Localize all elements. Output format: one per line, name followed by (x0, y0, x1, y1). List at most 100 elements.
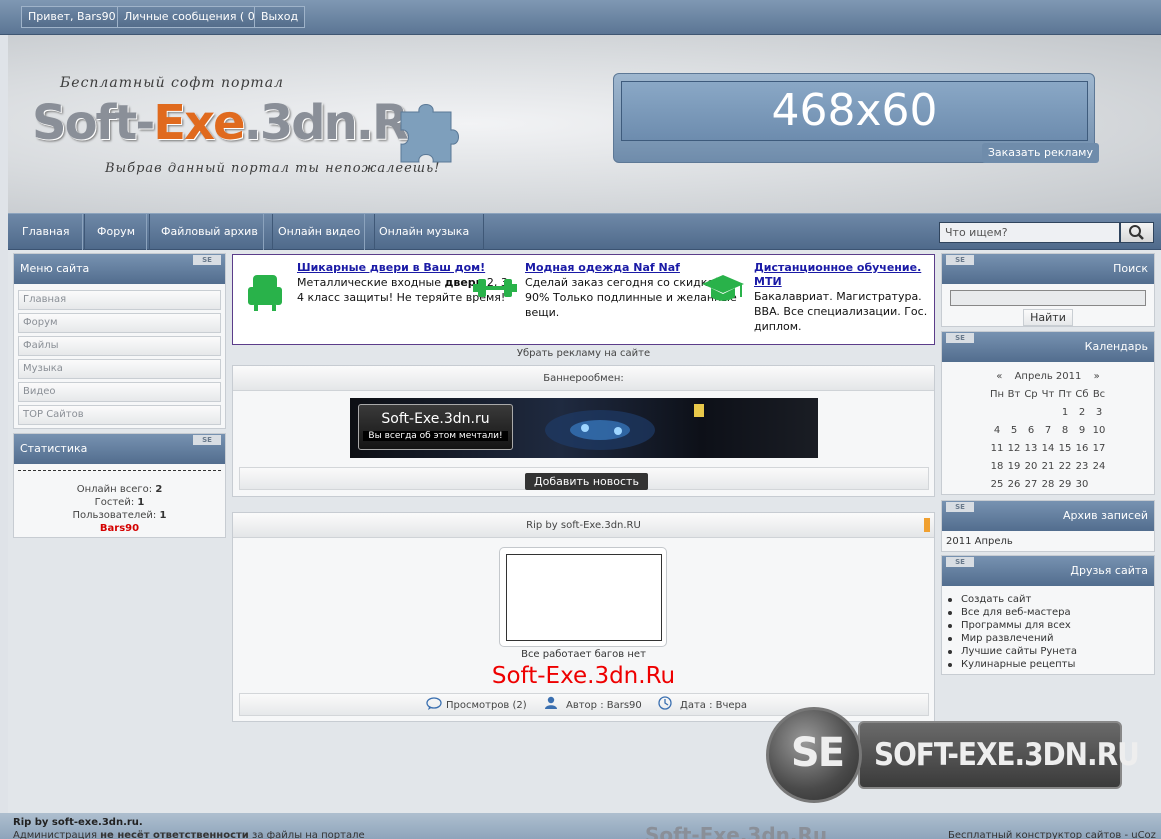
calendar-day[interactable]: 22 (1057, 458, 1074, 476)
expand-icon[interactable] (924, 518, 930, 532)
calendar-day[interactable]: 2 (1074, 404, 1091, 422)
messages-button[interactable]: Личные сообщения ( 0 ) (117, 6, 270, 28)
post-thumbnail[interactable] (499, 547, 667, 647)
nav-files[interactable]: Файловый архив (146, 214, 273, 250)
calendar-day[interactable]: 24 (1091, 458, 1108, 476)
remove-ads-link[interactable]: Убрать рекламу на сайте (232, 348, 935, 359)
banner-art (545, 410, 655, 450)
dumbbell-icon (473, 279, 517, 297)
calendar-day[interactable]: 23 (1074, 458, 1091, 476)
calendar-weekday: Вт (1007, 389, 1021, 400)
watermark-text: SOFT-EXE.3DN.RU (874, 737, 1140, 773)
calendar-day[interactable]: 12 (1006, 440, 1023, 458)
calendar-day[interactable]: 9 (1074, 422, 1091, 440)
nav-music[interactable]: Онлайн музыка (364, 214, 485, 250)
calendar-day[interactable]: 19 (1006, 458, 1023, 476)
puzzle-icon (400, 104, 459, 163)
site-header: Бесплатный софт портал Soft-Exe.3dn.Ru В… (8, 35, 1161, 213)
friend-link[interactable]: Лучшие сайты Рунета (942, 645, 1154, 658)
footer-logo: Soft-Exe.3dn.Ru (645, 823, 828, 839)
calendar-day[interactable]: 13 (1023, 440, 1040, 458)
calendar-day[interactable]: 25 (989, 476, 1006, 494)
add-news-button[interactable]: Добавить новость (525, 473, 648, 490)
archive-item[interactable]: 2011 Апрель (942, 531, 1154, 552)
calendar-day[interactable]: 5 (1006, 422, 1023, 440)
calendar-prev[interactable]: « (991, 368, 1008, 386)
calendar-day[interactable]: 10 (1091, 422, 1108, 440)
se-badge: SE (946, 333, 974, 343)
nav-search-button[interactable] (1120, 222, 1154, 243)
friend-link[interactable]: Создать сайт (942, 593, 1154, 606)
calendar-day[interactable]: 20 (1023, 458, 1040, 476)
calendar-day[interactable]: 15 (1057, 440, 1074, 458)
ad-title[interactable]: Дистанционное обучение. МТИ (754, 261, 930, 289)
calendar-day[interactable]: 30 (1074, 476, 1091, 494)
menu-item-video[interactable]: Видео (18, 382, 221, 402)
header-ad-banner[interactable]: 468x60 Заказать рекламу (613, 73, 1099, 163)
friend-link[interactable]: Все для веб-мастера (942, 606, 1154, 619)
site-footer: Rip by soft-exe.3dn.ru. Администрация не… (0, 813, 1161, 839)
calendar-day[interactable]: 21 (1040, 458, 1057, 476)
sidebar-search-input[interactable] (950, 290, 1146, 306)
calendar-day[interactable]: 17 (1091, 440, 1108, 458)
menu-item-files[interactable]: Файлы (18, 336, 221, 356)
watermark-logo: SOFT-EXE.3DN.RU SE (766, 707, 1140, 803)
se-badge: SE (193, 255, 221, 265)
se-badge: SE (946, 255, 974, 265)
nav-video[interactable]: Онлайн видео (263, 214, 376, 250)
calendar-day[interactable]: 16 (1074, 440, 1091, 458)
calendar-day[interactable]: 14 (1040, 440, 1057, 458)
calendar-day[interactable]: 28 (1040, 476, 1057, 494)
online-user[interactable]: Bars90 (14, 522, 225, 535)
calendar-day[interactable]: 8 (1057, 422, 1074, 440)
calendar-day[interactable]: 29 (1057, 476, 1074, 494)
footer-line1: Rip by soft-exe.3dn.ru. (13, 817, 143, 828)
footer-ucoz-link[interactable]: Бесплатный конструктор сайтов - uCoz (948, 830, 1156, 839)
find-button[interactable]: Найти (1023, 309, 1073, 326)
nav-forum[interactable]: Форум (82, 214, 150, 250)
calendar-day[interactable]: 6 (1023, 422, 1040, 440)
nav-search-input[interactable]: Что ищем? (939, 222, 1120, 243)
calendar-month: Апрель 2011 (1014, 371, 1082, 382)
friend-link[interactable]: Программы для всех (942, 619, 1154, 632)
friends-block: SE Друзья сайта Создать сайт Все для веб… (941, 555, 1155, 675)
calendar-day[interactable]: 1 (1057, 404, 1074, 422)
stats-title: Статистика SE (14, 434, 225, 464)
menu-item-forum[interactable]: Форум (18, 313, 221, 333)
post-title[interactable]: Rip by soft-Exe.3dn.RU (233, 513, 934, 538)
post-author: Автор : Bars90 (566, 700, 642, 711)
nav-home[interactable]: Главная (8, 214, 85, 250)
ad-education[interactable]: Дистанционное обучение. МТИ Бакалавриат.… (754, 261, 930, 334)
search-block: SE Поиск Найти (941, 253, 1155, 327)
calendar-day[interactable]: 18 (989, 458, 1006, 476)
guests-count: Гостей: 1 (94, 497, 145, 508)
calendar-weekday: Вс (1092, 389, 1106, 400)
calendar-day[interactable]: 7 (1040, 422, 1057, 440)
calendar-header: « Апрель 2011 » (942, 368, 1154, 386)
friend-link[interactable]: Кулинарные рецепты (942, 658, 1154, 671)
site-logo[interactable]: Soft-Exe.3dn.Ru (32, 95, 441, 151)
calendar-day[interactable]: 26 (1006, 476, 1023, 494)
friends-title: SE Друзья сайта (942, 556, 1154, 586)
online-total: Онлайн всего: 2 (76, 484, 163, 495)
calendar-next[interactable]: » (1088, 368, 1105, 386)
calendar-day[interactable]: 11 (989, 440, 1006, 458)
logout-button[interactable]: Выход (254, 6, 306, 28)
banner-image[interactable]: Soft-Exe.3dn.ru Вы всегда об этом мечтал… (350, 398, 818, 458)
stats-divider (18, 470, 221, 471)
main-nav: Главная Форум Файловый архив Онлайн виде… (8, 213, 1161, 250)
menu-item-top-sites[interactable]: TOP Сайтов (18, 405, 221, 425)
order-ad-link[interactable]: Заказать рекламу (981, 143, 1099, 163)
ad-title[interactable]: Шикарные двери в Ваш дом! (297, 261, 512, 275)
greeting-button[interactable]: Привет, Bars90 (21, 6, 123, 28)
search-title: SE Поиск (942, 254, 1154, 284)
menu-item-home[interactable]: Главная (18, 290, 221, 310)
calendar-day[interactable]: 27 (1023, 476, 1040, 494)
ad-size-label: 468x60 (621, 81, 1088, 141)
calendar-week: 25 26 27 28 29 30 (942, 476, 1154, 494)
calendar-day[interactable]: 4 (989, 422, 1006, 440)
calendar-title: SE Календарь (942, 332, 1154, 362)
menu-item-music[interactable]: Музыка (18, 359, 221, 379)
friend-link[interactable]: Мир развлечений (942, 632, 1154, 645)
calendar-day[interactable]: 3 (1091, 404, 1108, 422)
